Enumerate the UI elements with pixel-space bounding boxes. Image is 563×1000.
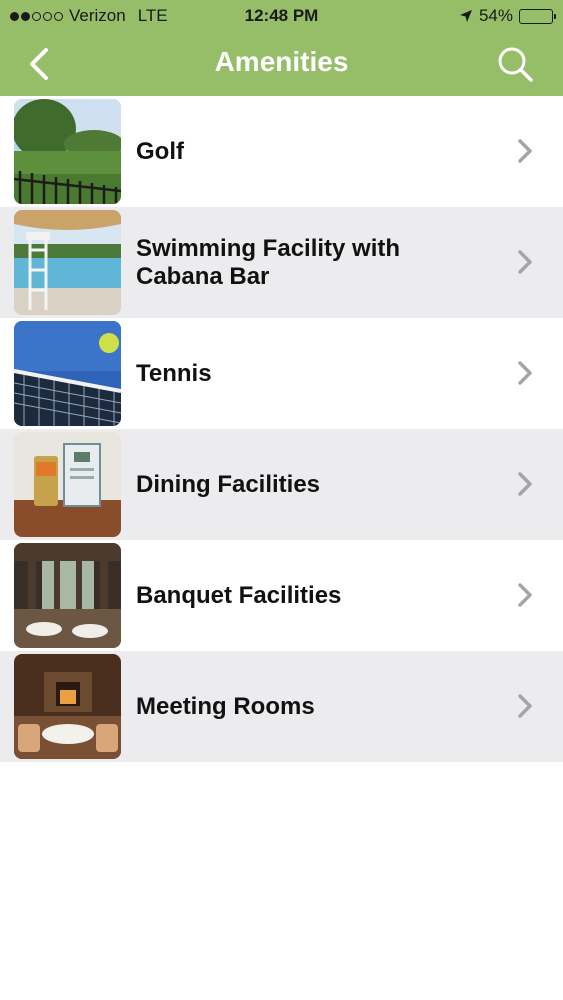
golf-course-photo (14, 99, 121, 204)
list-item-golf[interactable]: Golf (0, 96, 563, 207)
tennis-net-ball-photo (14, 321, 121, 426)
list-item-label: Golf (136, 137, 184, 165)
chevron-right-icon (518, 583, 532, 607)
list-item-label: Swimming Facility with Cabana Bar (136, 234, 401, 290)
list-item-meeting[interactable]: Meeting Rooms (0, 651, 563, 762)
page-title: Amenities (214, 46, 349, 77)
chevron-right-icon (518, 139, 532, 163)
list-item-label: Banquet Facilities (136, 581, 342, 609)
battery-icon (519, 8, 556, 24)
banquet-hall-photo (14, 543, 121, 648)
chevron-right-icon (518, 694, 532, 718)
chevron-right-icon (518, 472, 532, 496)
chevron-right-icon (518, 250, 532, 274)
list-item-tennis[interactable]: Tennis (0, 318, 563, 429)
dining-table-photo (14, 432, 121, 537)
list-item-label: Tennis (136, 359, 212, 387)
list-item-swimming[interactable]: Swimming Facility with Cabana Bar (0, 207, 563, 318)
location-arrow-icon (459, 10, 472, 22)
amenities-list: Golf Swimming Facility with Cabana Bar T… (0, 96, 563, 762)
list-item-dining[interactable]: Dining Facilities (0, 429, 563, 540)
status-right: 54% (459, 6, 556, 26)
battery-percent: 54% (478, 6, 513, 25)
header-bar: Verizon LTE 12:48 PM 54% Amenities (0, 0, 563, 96)
status-bar: Verizon LTE 12:48 PM 54% (0, 0, 563, 32)
list-item-banquet[interactable]: Banquet Facilities (0, 540, 563, 651)
list-item-label: Dining Facilities (136, 470, 321, 498)
list-item-label: Meeting Rooms (136, 692, 315, 720)
swimming-pool-photo (14, 210, 121, 315)
navigation-bar: Amenities (0, 32, 563, 96)
search-icon[interactable] (495, 44, 535, 84)
meeting-room-photo (14, 654, 121, 759)
chevron-right-icon (518, 361, 532, 385)
